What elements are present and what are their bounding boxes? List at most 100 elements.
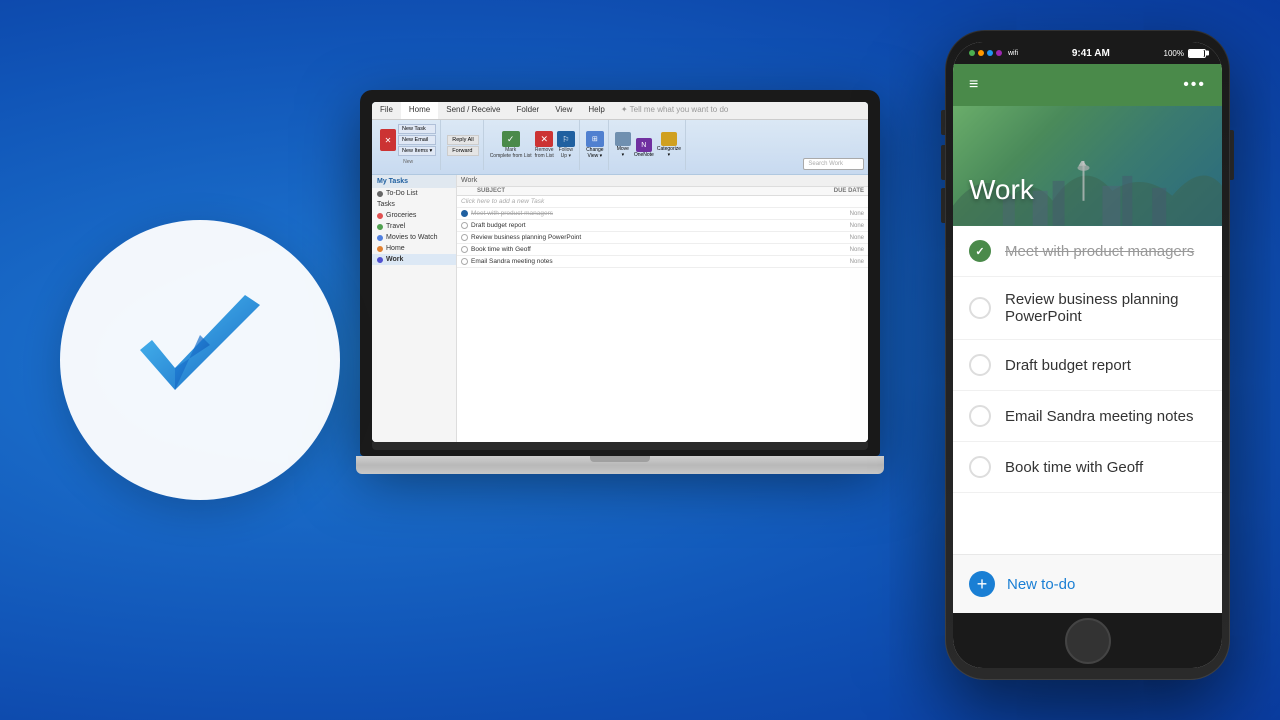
battery-icon (1188, 49, 1206, 58)
phone-task-item-sandra[interactable]: Email Sandra meeting notes (953, 391, 1222, 442)
task-check-budget (461, 222, 468, 229)
phone-power-button[interactable] (1230, 130, 1234, 180)
task-item-sandra[interactable]: Email Sandra meeting notes None (457, 256, 868, 268)
tab-help[interactable]: Help (580, 102, 612, 119)
outlook-app: File Home Send / Receive Folder View Hel… (372, 102, 868, 442)
tab-home[interactable]: Home (401, 102, 438, 119)
battery-percent: 100% (1164, 49, 1184, 58)
sidebar-item-todo[interactable]: To-Do List (372, 188, 456, 199)
sidebar-label-groceries: Groceries (386, 212, 416, 219)
tab-file[interactable]: File (372, 102, 401, 119)
phone-status-bar: wifi 9:41 AM 100% (953, 42, 1222, 64)
move-btn[interactable]: Move ▾ (615, 132, 631, 158)
battery-fill (1189, 50, 1204, 57)
logo-circle (60, 220, 340, 500)
task-check-geoff (461, 246, 468, 253)
phone-hero-image: Work (953, 106, 1222, 226)
reply-all-btn[interactable]: Reply All (447, 135, 478, 145)
add-todo-label: New to-do (1007, 576, 1075, 593)
add-plus-icon: + (969, 571, 995, 597)
ribbon-new-label: New (400, 158, 416, 166)
tab-send-receive[interactable]: Send / Receive (438, 102, 508, 119)
phone-task-text-powerpoint: Review business planning PowerPoint (1005, 291, 1206, 325)
phone-task-item-budget[interactable]: Draft budget report (953, 340, 1222, 391)
phone-task-item-meet[interactable]: Meet with product managers (953, 226, 1222, 277)
task-date-budget: None (850, 223, 864, 229)
task-item-meet[interactable]: Meet with product managers None (457, 208, 868, 220)
task-item-powerpoint[interactable]: Review business planning PowerPoint None (457, 232, 868, 244)
new-task-row[interactable]: Click here to add a new Task (457, 196, 868, 208)
home-button[interactable] (1065, 618, 1111, 664)
phone-check-circle-budget[interactable] (969, 354, 991, 376)
sidebar-item-groceries[interactable]: Groceries (372, 210, 456, 221)
phone-screen: wifi 9:41 AM 100% ≡ ••• (953, 42, 1222, 668)
sidebar-item-tasks[interactable]: Tasks (372, 199, 456, 210)
task-text-sandra: Email Sandra meeting notes (471, 258, 847, 265)
phone-task-list: Meet with product managers Review busine… (953, 226, 1222, 554)
new-email-btn[interactable]: New Email (398, 135, 436, 145)
phone-check-circle-meet[interactable] (969, 240, 991, 262)
sidebar-item-movies[interactable]: Movies to Watch (372, 232, 456, 243)
outlook-ribbon: ✕ New Task New Email New Items ▾ New (372, 120, 868, 175)
phone-task-item-powerpoint[interactable]: Review business planning PowerPoint (953, 277, 1222, 340)
laptop-bottom-bezel (372, 442, 868, 450)
ribbon-group-view: ⊞ Change View ▾ (582, 120, 609, 170)
hero-list-title: Work (969, 174, 1034, 206)
task-text-powerpoint: Review business planning PowerPoint (471, 234, 847, 241)
task-item-geoff[interactable]: Book time with Geoff None (457, 244, 868, 256)
laptop-container: File Home Send / Receive Folder View Hel… (360, 90, 880, 474)
new-task-btn[interactable]: New Task (398, 124, 436, 134)
phone-task-text-meet: Meet with product managers (1005, 243, 1194, 260)
overflow-menu-icon[interactable]: ••• (1183, 76, 1206, 94)
sidebar-item-travel[interactable]: Travel (372, 221, 456, 232)
sidebar-item-home[interactable]: Home (372, 243, 456, 254)
add-todo-row[interactable]: + New to-do (953, 554, 1222, 613)
tab-view[interactable]: View (547, 102, 580, 119)
tab-tell-me[interactable]: ✦ Tell me what you want to do (613, 102, 737, 119)
task-date-geoff: None (850, 247, 864, 253)
categorize-btn[interactable]: Categorize ▾ (657, 132, 681, 158)
search-area: Search Work (803, 158, 864, 170)
task-date-powerpoint: None (850, 235, 864, 241)
hamburger-menu-icon[interactable]: ≡ (969, 76, 978, 94)
follow-up-btn[interactable]: ⚐ Follow Up ▾ (557, 131, 575, 159)
sidebar-dot-work (377, 257, 383, 263)
todo-logo-icon (120, 280, 280, 440)
task-check-powerpoint (461, 234, 468, 241)
mark-complete-btn[interactable]: ✓ Mark Complete from List (490, 131, 532, 159)
task-item-budget[interactable]: Draft budget report None (457, 220, 868, 232)
task-check-sandra (461, 258, 468, 265)
phone-home-area (953, 613, 1222, 668)
laptop-base (356, 456, 884, 474)
sidebar-label-travel: Travel (386, 223, 405, 230)
tab-folder[interactable]: Folder (509, 102, 548, 119)
phone-body: wifi 9:41 AM 100% ≡ ••• (945, 30, 1230, 680)
ribbon-group-manage: ✓ Mark Complete from List ✕ Remove fr (486, 120, 580, 170)
remove-btn[interactable]: ✕ Remove from List (535, 131, 554, 159)
sidebar-dot-home (377, 246, 383, 252)
check-col (461, 188, 477, 194)
phone-task-text-geoff: Book time with Geoff (1005, 459, 1143, 476)
phone-task-item-geoff[interactable]: Book time with Geoff (953, 442, 1222, 493)
subject-col-header: SUBJECT (477, 188, 814, 194)
ribbon-group-respond: Reply All Forward (443, 120, 483, 170)
sidebar-dot-todo (377, 191, 383, 197)
task-column-headers: SUBJECT DUE DATE (457, 187, 868, 196)
new-items-btn[interactable]: New Items ▾ (398, 146, 436, 156)
phone-check-circle-geoff[interactable] (969, 456, 991, 478)
task-text-geoff: Book time with Geoff (471, 246, 847, 253)
onenote-btn[interactable]: N OneNote (634, 138, 654, 158)
task-date-meet: None (850, 211, 864, 217)
outlook-task-list: Work SUBJECT DUE DATE Click here to add … (457, 175, 868, 442)
forward-btn[interactable]: Forward (447, 146, 478, 156)
outlook-sidebar: My Tasks To-Do List Tasks Groceries (372, 175, 457, 442)
phone-check-circle-sandra[interactable] (969, 405, 991, 427)
change-view-btn[interactable]: ⊞ Change View ▾ (586, 131, 604, 159)
search-input[interactable]: Search Work (803, 158, 864, 170)
phone-app-header: ≡ ••• (953, 64, 1222, 106)
phone-check-circle-powerpoint[interactable] (969, 297, 991, 319)
signal-dot-4 (996, 50, 1002, 56)
laptop-screen-outer: File Home Send / Receive Folder View Hel… (360, 90, 880, 456)
sidebar-item-work[interactable]: Work (372, 254, 456, 265)
task-check-meet (461, 210, 468, 217)
